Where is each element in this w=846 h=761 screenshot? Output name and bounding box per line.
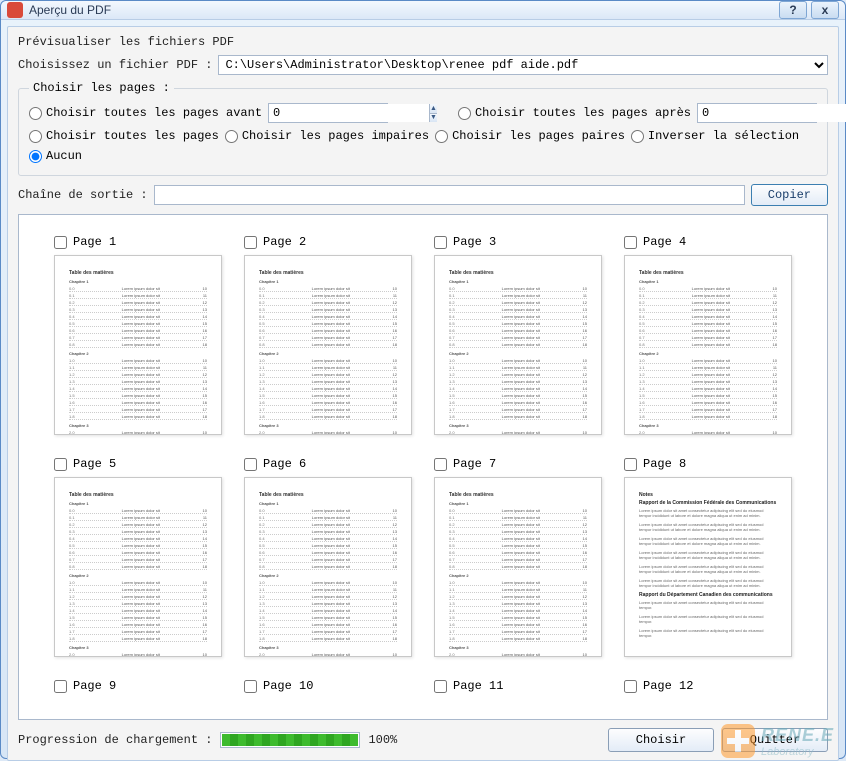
page-label: Page 4 <box>643 235 686 249</box>
radio-all-pages[interactable]: Choisir toutes les pages <box>29 129 219 143</box>
file-chooser-row: Choisissez un fichier PDF : C:\Users\Adm… <box>18 55 828 75</box>
page-selection-group: Choisir les pages : Choisir toutes les p… <box>18 81 828 176</box>
page-selection-legend: Choisir les pages : <box>29 81 174 95</box>
page-thumbnail[interactable]: Page 6 Table des matièresChapitre 10.0Lo… <box>244 457 412 657</box>
output-string-input[interactable] <box>154 185 745 205</box>
page-thumbnail[interactable]: Page 7 Table des matièresChapitre 10.0Lo… <box>434 457 602 657</box>
spin-up-icon[interactable]: ▲ <box>430 104 437 114</box>
page-label: Page 9 <box>73 679 116 693</box>
thumbnail-grid: Page 1 Table des matièresChapitre 10.0Lo… <box>29 235 817 699</box>
radio-none[interactable]: Aucun <box>29 149 82 163</box>
page-preview: Table des matièresChapitre 10.0Lorem ips… <box>54 255 222 435</box>
pdf-preview-window: Aperçu du PDF ? x Prévisualiser les fich… <box>0 0 846 759</box>
radio-even-pages[interactable]: Choisir les pages paires <box>435 129 625 143</box>
titlebar[interactable]: Aperçu du PDF ? x <box>1 1 845 20</box>
page-label: Page 12 <box>643 679 693 693</box>
page-label: Page 3 <box>453 235 496 249</box>
page-thumbnail[interactable]: Page 4 Table des matièresChapitre 10.0Lo… <box>624 235 792 435</box>
footer-row: Progression de chargement : 100% Choisir… <box>18 720 828 752</box>
help-button[interactable]: ? <box>779 1 807 19</box>
page-checkbox[interactable] <box>624 458 637 471</box>
page-thumbnail[interactable]: Page 12 <box>624 679 792 699</box>
preview-scroll[interactable]: Page 1 Table des matièresChapitre 10.0Lo… <box>19 215 827 719</box>
choose-file-label: Choisissez un fichier PDF : <box>18 58 212 72</box>
page-checkbox[interactable] <box>434 236 447 249</box>
page-thumbnail[interactable]: Page 9 <box>54 679 222 699</box>
output-row: Chaîne de sortie : Copier <box>18 184 828 206</box>
page-preview: Table des matièresChapitre 10.0Lorem ips… <box>624 255 792 435</box>
page-checkbox[interactable] <box>244 236 257 249</box>
page-thumbnail[interactable]: Page 5 Table des matièresChapitre 10.0Lo… <box>54 457 222 657</box>
radio-pages-after-input[interactable] <box>458 107 471 120</box>
preview-pane: Page 1 Table des matièresChapitre 10.0Lo… <box>18 214 828 720</box>
app-icon <box>7 2 23 18</box>
page-label: Page 1 <box>73 235 116 249</box>
page-preview: Table des matièresChapitre 10.0Lorem ips… <box>54 477 222 657</box>
page-checkbox[interactable] <box>624 680 637 693</box>
file-path-select[interactable]: C:\Users\Administrator\Desktop\renee pdf… <box>218 55 828 75</box>
page-thumbnail[interactable]: Page 1 Table des matièresChapitre 10.0Lo… <box>54 235 222 435</box>
window-title: Aperçu du PDF <box>29 3 775 17</box>
page-preview: Table des matièresChapitre 10.0Lorem ips… <box>244 255 412 435</box>
page-label: Page 5 <box>73 457 116 471</box>
progress-percent: 100% <box>368 733 397 747</box>
page-thumbnail[interactable]: Page 10 <box>244 679 412 699</box>
radio-pages-before[interactable]: Choisir toutes les pages avant <box>29 106 262 120</box>
page-label: Page 10 <box>263 679 313 693</box>
radio-pages-after[interactable]: Choisir toutes les pages après <box>458 106 691 120</box>
page-checkbox[interactable] <box>244 458 257 471</box>
page-thumbnail[interactable]: Page 8 NotesRapport de la Commission Féd… <box>624 457 792 657</box>
pages-after-spinner[interactable]: ▲▼ <box>697 103 817 123</box>
page-checkbox[interactable] <box>244 680 257 693</box>
progress-bar <box>220 732 360 748</box>
page-checkbox[interactable] <box>54 680 67 693</box>
spin-down-icon[interactable]: ▼ <box>430 114 437 123</box>
quit-button[interactable]: Quitter <box>722 728 828 752</box>
page-checkbox[interactable] <box>434 458 447 471</box>
page-preview: Table des matièresChapitre 10.0Lorem ips… <box>434 255 602 435</box>
page-label: Page 7 <box>453 457 496 471</box>
page-checkbox[interactable] <box>54 236 67 249</box>
page-thumbnail[interactable]: Page 3 Table des matièresChapitre 10.0Lo… <box>434 235 602 435</box>
page-preview: Table des matièresChapitre 10.0Lorem ips… <box>244 477 412 657</box>
page-preview: NotesRapport de la Commission Fédérale d… <box>624 477 792 657</box>
page-thumbnail[interactable]: Page 11 <box>434 679 602 699</box>
page-checkbox[interactable] <box>434 680 447 693</box>
pages-before-spinner[interactable]: ▲▼ <box>268 103 388 123</box>
page-label: Page 2 <box>263 235 306 249</box>
page-checkbox[interactable] <box>54 458 67 471</box>
page-label: Page 6 <box>263 457 306 471</box>
page-preview: Table des matièresChapitre 10.0Lorem ips… <box>434 477 602 657</box>
radio-odd-pages[interactable]: Choisir les pages impaires <box>225 129 429 143</box>
client-area: Prévisualiser les fichiers PDF Choisisse… <box>7 26 839 761</box>
pages-after-value[interactable] <box>698 104 846 122</box>
close-button[interactable]: x <box>811 1 839 19</box>
radio-pages-before-input[interactable] <box>29 107 42 120</box>
preview-heading: Prévisualiser les fichiers PDF <box>18 35 828 49</box>
copy-button[interactable]: Copier <box>751 184 828 206</box>
progress-label: Progression de chargement : <box>18 733 212 747</box>
page-label: Page 11 <box>453 679 503 693</box>
page-checkbox[interactable] <box>624 236 637 249</box>
choose-button[interactable]: Choisir <box>608 728 714 752</box>
output-label: Chaîne de sortie : <box>18 188 148 202</box>
radio-invert-selection[interactable]: Inverser la sélection <box>631 129 799 143</box>
page-thumbnail[interactable]: Page 2 Table des matièresChapitre 10.0Lo… <box>244 235 412 435</box>
page-label: Page 8 <box>643 457 686 471</box>
pages-before-value[interactable] <box>269 104 429 122</box>
